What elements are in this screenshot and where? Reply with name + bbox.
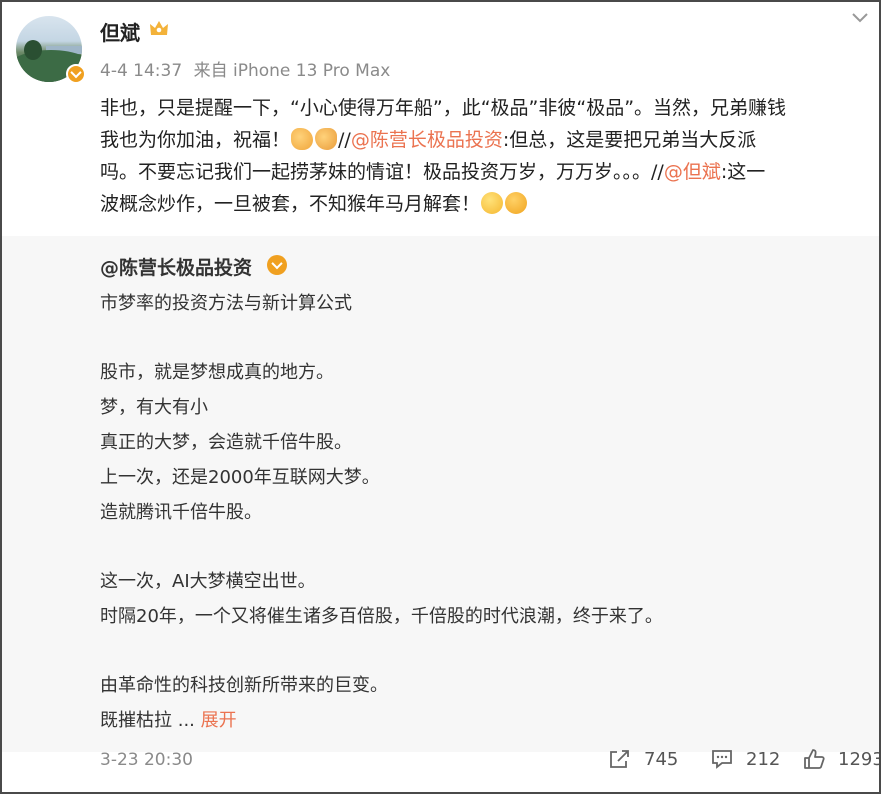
original-post: 但斌 4-4 14:37 来自 iPhone 13 Pro Max 非也，只是提… (2, 2, 879, 236)
like-count: 1293 (838, 748, 881, 770)
comment-count: 212 (746, 748, 781, 770)
post-line: 我也为你加油，祝福！//@陈营长极品投资:但总，这是要把兄弟当大反派 (100, 128, 757, 151)
repost-line: 上一次，还是2000年互联网大梦。 (100, 467, 380, 488)
chevron-down-icon[interactable] (851, 12, 869, 24)
share-icon (610, 750, 629, 768)
post-meta: 4-4 14:37 来自 iPhone 13 Pro Max (100, 56, 390, 81)
author-name[interactable]: 但斌 (100, 17, 140, 46)
face-emoji-icon (505, 192, 528, 214)
repost-line: 市梦率的投资方法与新计算公式 (100, 293, 352, 314)
repost-footer: 3-23 20:30 745 212 1293 (2, 742, 879, 782)
repost-line: 由革命性的科技创新所带来的巨变。 (100, 675, 388, 696)
like-icon (804, 749, 825, 769)
repost-line: 造就腾讯千倍牛股。 (100, 502, 262, 523)
repost-line: 既摧枯拉 ... 展开 (100, 710, 237, 731)
verified-badge-icon (66, 64, 86, 84)
crown-icon (150, 21, 168, 35)
like-button[interactable]: 1293 (802, 748, 881, 770)
repost-line: 时隔20年，一个又将催生诸多百倍股，千倍股的时代浪潮，终于来了。 (100, 606, 663, 627)
share-button[interactable]: 745 (608, 748, 678, 770)
comment-icon (712, 750, 732, 769)
post-line: 非也，只是提醒一下，“小心使得万年船”，此“极品”非彼“极品”。当然，兄弟赚钱 (100, 97, 787, 119)
repost-line: 真正的大梦，会造就千倍牛股。 (100, 432, 352, 453)
repost-body: 市梦率的投资方法与新计算公式 股市，就是梦想成真的地方。 梦，有大有小 真正的大… (100, 286, 860, 738)
repost-date: 3-23 20:30 (100, 750, 193, 770)
mention-link[interactable]: @陈营长极品投资 (351, 129, 503, 151)
clap-emoji-icon (291, 128, 314, 150)
post-source: 来自 iPhone 13 Pro Max (193, 61, 391, 81)
reposted-content[interactable]: @陈营长极品投资 市梦率的投资方法与新计算公式 股市，就是梦想成真的地方。 梦，… (2, 236, 879, 752)
verified-badge-icon (267, 255, 287, 275)
comment-button[interactable]: 212 (710, 748, 780, 770)
expand-link[interactable]: 展开 (201, 710, 237, 731)
post-line: 吗。不要忘记我们一起捞茅妹的情谊！极品投资万岁，万万岁。。。//@但斌:这一 (100, 161, 766, 183)
mention-link[interactable]: @但斌 (664, 161, 721, 183)
post-line: 波概念炒作，一旦被套，不知猴年马月解套！ (100, 188, 872, 220)
repost-line: 股市，就是梦想成真的地方。 (100, 362, 334, 383)
repost-line: 梦，有大有小 (100, 397, 208, 418)
repost-author[interactable]: @陈营长极品投资 (100, 253, 252, 280)
share-count: 745 (644, 748, 679, 770)
weibo-post-card: 但斌 4-4 14:37 来自 iPhone 13 Pro Max 非也，只是提… (0, 0, 881, 794)
face-emoji-icon (481, 192, 504, 214)
post-time: 4-4 14:37 (100, 61, 183, 81)
post-body: 非也，只是提醒一下，“小心使得万年船”，此“极品”非彼“极品”。当然，兄弟赚钱 … (100, 92, 872, 220)
repost-line: 这一次，AI大梦横空出世。 (100, 571, 316, 592)
handshake-emoji-icon (315, 128, 338, 150)
